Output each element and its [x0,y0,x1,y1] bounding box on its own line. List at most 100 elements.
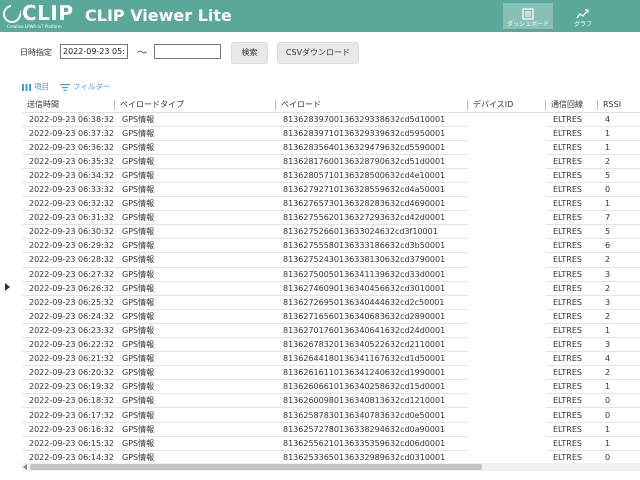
table-cell [468,140,546,155]
table-cell: 81362606610136340258632cd15d0001 [276,379,468,395]
column-header-payload[interactable]: ペイロード [276,97,468,113]
column-header-sent-time[interactable]: 送信時間 [22,97,115,113]
table-row[interactable]: 2022-09-23 06:14:32 GPS情報 8136253365013633… [22,450,640,463]
table-cell [468,281,546,296]
table-cell: ELTRES [546,126,598,141]
nav-graph-label: グラフ [573,21,592,28]
table-cell: GPS情報 [115,168,276,183]
table-row[interactable]: 2022-09-23 06:29:32 GPS情報 8136275558013633… [22,238,640,254]
table-cell: GPS情報 [115,154,276,169]
table-cell [468,422,546,437]
table-cell [468,337,546,353]
table-row[interactable]: 2022-09-23 06:25:32 GPS情報 8136272695013634… [22,295,640,310]
table-cell: GPS情報 [115,281,276,296]
table-cell: GPS情報 [115,238,276,254]
column-header-rssi[interactable]: RSSI [598,97,640,113]
table-cell: 0 [598,407,640,423]
nav-dashboard-button[interactable]: ダッシュボード [503,3,553,29]
table-cell: 2022-09-23 06:26:32 [22,281,115,296]
column-header-device-id[interactable]: デバイスID [468,97,546,113]
column-header-payload-type[interactable]: ペイロードタイプ [115,97,276,113]
search-button[interactable]: 検索 [231,42,268,64]
table-cell: ELTRES [546,450,598,463]
table-cell: GPS情報 [115,365,276,381]
table-row[interactable]: 2022-09-23 06:24:32 GPS情報 8136271656013634… [22,309,640,324]
table-cell: 81362746090136340456632cd3010001 [276,281,468,296]
table-cell: 4 [598,112,640,127]
scroll-left-icon[interactable] [23,464,27,470]
table-cell: GPS情報 [115,422,276,437]
table-row[interactable]: 2022-09-23 06:35:32 GPS情報 8136281760013632… [22,154,640,169]
table-row[interactable]: 2022-09-23 06:23:32 GPS情報 8136270176013634… [22,323,640,339]
filter-button[interactable]: フィルター [60,81,110,92]
table-row[interactable]: 2022-09-23 06:28:32 GPS情報 8136275243013633… [22,252,640,268]
table-cell: 81362792710136328559632cd4a50001 [276,182,468,198]
table-row[interactable]: 2022-09-23 06:19:32 GPS情報 8136260661013634… [22,379,640,395]
table-cell [468,393,546,409]
table-row[interactable]: 2022-09-23 06:34:32 GPS情報 8136280571013632… [22,168,640,183]
table-cell: 81362600980136340813632cd1210001 [276,393,468,409]
table-cell: 0 [598,182,640,198]
table-row[interactable]: 2022-09-23 06:38:32 GPS情報 8136283970013632… [22,112,640,127]
table-cell: GPS情報 [115,323,276,339]
table-row[interactable]: 2022-09-23 06:37:32 GPS情報 8136283971013632… [22,126,640,141]
table-row[interactable]: 2022-09-23 06:17:32 GPS情報 8136258783013634… [22,407,640,423]
table-row[interactable]: 2022-09-23 06:36:32 GPS情報 8136283564013632… [22,140,640,155]
columns-label: 項目 [34,82,49,91]
table-row[interactable]: 2022-09-23 06:22:32 GPS情報 8136267832013634… [22,337,640,353]
table-cell: ELTRES [546,182,598,198]
table-cell: 2022-09-23 06:30:32 [22,224,115,240]
table-row[interactable]: 2022-09-23 06:32:32 GPS情報 8136276573013632… [22,196,640,212]
table-cell: GPS情報 [115,126,276,141]
table-row[interactable]: 2022-09-23 06:20:32 GPS情報 8136261611013634… [22,365,640,381]
start-datetime-input[interactable] [60,44,128,59]
table-row[interactable]: 2022-09-23 06:15:32 GPS情報 8136255621013633… [22,436,640,451]
table-cell: 2022-09-23 06:33:32 [22,182,115,198]
table-row[interactable]: 2022-09-23 06:21:32 GPS情報 8136264418013634… [22,351,640,367]
table-cell: 0 [598,450,640,463]
range-separator: 〜 [137,48,147,59]
table-cell: ELTRES [546,210,598,226]
table-cell [468,323,546,339]
table-cell: ELTRES [546,323,598,339]
table-cell [468,182,546,198]
table-cell: GPS情報 [115,252,276,268]
table-cell: 2022-09-23 06:18:32 [22,393,115,409]
table-row[interactable]: 2022-09-23 06:33:32 GPS情報 8136279271013632… [22,182,640,198]
scrollbar-thumb[interactable] [30,464,482,470]
table-cell: 2022-09-23 06:35:32 [22,154,115,169]
table-row[interactable]: 2022-09-23 06:31:32 GPS情報 8136275562013632… [22,210,640,226]
csv-download-button[interactable]: CSVダウンロード [277,42,359,64]
table-row[interactable]: 2022-09-23 06:30:32 GPS情報 8136275266013633… [22,224,640,240]
table-cell: 81362752430136338130632cd3790001 [276,252,468,268]
logo-subtitle: Creative LPWA IoT Platform [7,24,62,29]
table-cell: 7 [598,210,640,226]
table-cell: 1 [598,196,640,212]
table-cell: 5 [598,168,640,183]
table-row[interactable]: 2022-09-23 06:27:32 GPS情報 8136275005013634… [22,267,640,282]
table-cell: 2022-09-23 06:29:32 [22,238,115,254]
table-cell: ELTRES [546,140,598,155]
column-header-network[interactable]: 通信回線 [546,97,598,113]
table-row[interactable]: 2022-09-23 06:16:32 GPS情報 8136257278013633… [22,422,640,437]
table-cell: ELTRES [546,224,598,240]
app-title: CLIP Viewer Lite [85,6,232,25]
horizontal-scrollbar[interactable] [22,463,640,471]
end-datetime-input[interactable] [154,44,221,59]
table-cell: 1 [598,126,640,141]
table-row[interactable]: 2022-09-23 06:26:32 GPS情報 8136274609013634… [22,281,640,296]
table-cell: 81362726950136340444632cd2c50001 [276,295,468,310]
table-cell: 2022-09-23 06:17:32 [22,407,115,423]
table-row[interactable]: 2022-09-23 06:18:32 GPS情報 8136260098013634… [22,393,640,409]
expand-arrow-icon[interactable] [5,283,10,291]
table-cell: 5 [598,224,640,240]
columns-button[interactable]: 項目 [22,81,49,92]
table-cell: GPS情報 [115,267,276,282]
app-header: CLIP Creative LPWA IoT Platform CLIP Vie… [0,0,640,32]
nav-graph-button[interactable]: グラフ [558,3,608,29]
table-cell: GPS情報 [115,182,276,198]
table-cell [468,252,546,268]
table-cell: 81362755580136333186632cd3b50001 [276,238,468,254]
table-cell: ELTRES [546,154,598,169]
table-cell: GPS情報 [115,407,276,423]
